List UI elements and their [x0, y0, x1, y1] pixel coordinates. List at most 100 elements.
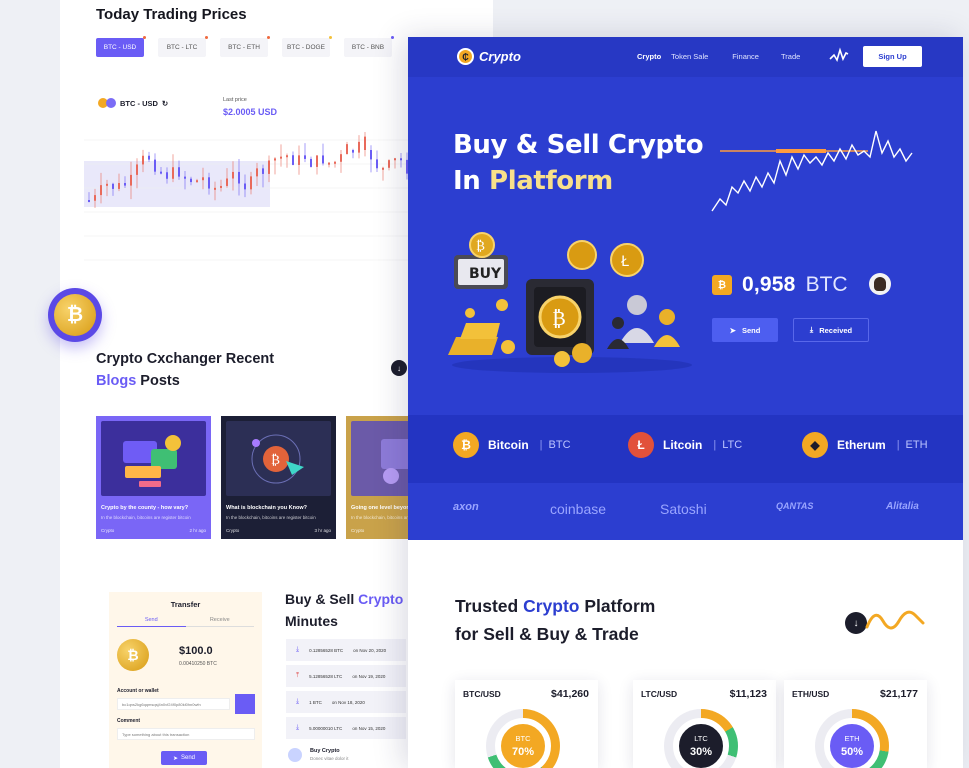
- candle-body: [196, 180, 198, 183]
- scroll-down-icon[interactable]: ↓: [845, 612, 867, 634]
- blog-title: Crypto by the county - how vary?: [101, 505, 189, 511]
- wave-decoration-icon: [865, 610, 925, 630]
- candle-body: [166, 172, 168, 179]
- account-label: Account or wallet: [117, 688, 159, 694]
- price-card-btc[interactable]: BTC/USD $41,260 BTC 70%: [455, 680, 598, 768]
- list-item[interactable]: ⤓ 1 BTC on Nov 18, 2020: [286, 691, 406, 713]
- bitcoin-icon: ₿: [453, 432, 479, 458]
- nav-menu: Crypto Token Sale Finance Trade: [637, 52, 813, 61]
- blog-excerpt: In the blockchain, bitcoins are register…: [226, 515, 316, 520]
- candle-body: [142, 155, 144, 165]
- nav-token-sale[interactable]: Token Sale: [671, 52, 708, 61]
- nav-finance[interactable]: Finance: [732, 52, 759, 61]
- candle-body: [394, 158, 396, 161]
- candle-body: [88, 200, 90, 202]
- list-item[interactable]: ⤓ 5.00000010 LTC on Nov 15, 2020: [286, 717, 406, 739]
- price-value: $41,260: [551, 688, 589, 700]
- svg-text:₿: ₿: [271, 453, 280, 468]
- hero-title-accent: Platform: [489, 166, 613, 196]
- coin-ethereum[interactable]: ◆ Etherum ETH: [802, 432, 928, 458]
- blog-card[interactable]: Crypto by the county - how vary? In the …: [96, 416, 211, 539]
- candle-body: [130, 174, 132, 186]
- coin-name: Bitcoin: [488, 438, 529, 452]
- list-item[interactable]: ⤒ 5.12856528 LTC on Nov 19, 2020: [286, 665, 406, 687]
- ring-percent: 50%: [840, 746, 864, 758]
- refresh-icon[interactable]: ↻: [162, 99, 168, 108]
- trusted-text: Trusted: [455, 596, 524, 616]
- candle-body: [112, 183, 114, 189]
- candle-body: [370, 150, 372, 160]
- candle-body: [190, 178, 192, 183]
- svg-text:₿: ₿: [552, 306, 566, 330]
- trading-prices-title: Today Trading Prices: [96, 6, 247, 23]
- scroll-down-icon[interactable]: ↓: [391, 360, 407, 376]
- balance-value: 0,958: [742, 273, 796, 296]
- progress-ring: ETH 50%: [815, 709, 889, 768]
- trusted-accent: Crypto: [523, 596, 580, 616]
- ring-disc: BTC 70%: [495, 718, 551, 768]
- qr-code-icon[interactable]: [235, 694, 255, 714]
- buy-crypto-item[interactable]: Buy Crypto Donec vitae dolor it: [288, 748, 349, 762]
- tx-amount: 5.00000010 LTC: [309, 725, 343, 731]
- partner-qantas-logo: QANTAS: [776, 501, 814, 511]
- received-button[interactable]: ⤓ Received: [793, 318, 869, 342]
- price-card-eth[interactable]: ETH/USD $21,177 ETH 50%: [784, 680, 927, 768]
- send-button[interactable]: ➤ Send: [712, 318, 778, 342]
- candle-body: [250, 176, 252, 190]
- candle-body: [214, 187, 216, 190]
- price-card-ltc[interactable]: LTC/USD $11,123 LTC 30%: [633, 680, 776, 768]
- send-button[interactable]: ➤ Send: [161, 751, 207, 765]
- blog-image: ₿: [226, 421, 331, 496]
- tab-receive[interactable]: Receive: [185, 617, 254, 627]
- candle-body: [328, 162, 330, 165]
- candle-body: [262, 168, 264, 174]
- coin-bitcoin[interactable]: ₿ Bitcoin BTC: [453, 432, 571, 458]
- tab-btc-usd[interactable]: BTC - USD: [96, 36, 146, 57]
- partner-alitalia-logo: Alitalia: [886, 501, 919, 512]
- signup-button[interactable]: Sign Up: [863, 46, 922, 67]
- hero-title: Buy & Sell Crypto In Platform: [453, 127, 704, 199]
- tab-btc-doge[interactable]: BTC - DOGE: [282, 36, 332, 57]
- candle-body: [376, 159, 378, 169]
- candle-body: [346, 144, 348, 155]
- bitcoin-icon: ₿: [712, 275, 732, 295]
- tab-send[interactable]: Send: [117, 617, 186, 627]
- list-item[interactable]: ⤓ 0.12856528 BTC on Nov 20, 2020: [286, 639, 406, 661]
- activity-icon[interactable]: [829, 47, 849, 65]
- tx-date: on Nov 15, 2020: [352, 725, 386, 731]
- tab-btc-bnb[interactable]: BTC - BNB: [344, 36, 394, 57]
- tab-btc-ltc[interactable]: BTC - LTC: [158, 36, 208, 57]
- tx-amount: 1 BTC: [309, 699, 322, 705]
- progress-ring: BTC 70%: [486, 709, 560, 768]
- download-icon: ⤓: [809, 325, 814, 334]
- candle-body: [220, 185, 222, 188]
- ring-symbol: LTC: [694, 734, 708, 743]
- received-label: Received: [819, 325, 853, 335]
- candle-body: [124, 183, 126, 186]
- chart-pair-label: BTC - USD ↻: [98, 98, 168, 108]
- candle-body: [292, 155, 294, 165]
- bs-title-line2: Minutes: [285, 613, 338, 629]
- candle-body: [400, 158, 402, 161]
- buy-crypto-icon: [288, 748, 302, 762]
- avatar[interactable]: [869, 273, 891, 295]
- transfer-tabs: Send Receive: [117, 617, 254, 627]
- logo[interactable]: ₵ Crypto: [457, 48, 521, 65]
- ring-disc: ETH 50%: [824, 718, 880, 768]
- send-label: Send: [741, 325, 761, 335]
- download-icon: ⤓: [296, 724, 300, 731]
- account-field[interactable]: bc1qns2kg6qqmsqsj4n0vf24f0p80kl0hn0wfn: [117, 698, 230, 710]
- tab-btc-eth[interactable]: BTC - ETH: [220, 36, 270, 57]
- nav-crypto[interactable]: Crypto: [637, 52, 661, 61]
- blog-tag: Crypto: [101, 528, 115, 533]
- comment-field[interactable]: Type something about this transaction: [117, 728, 255, 740]
- coin-litecoin[interactable]: Ł Litcoin LTC: [628, 432, 742, 458]
- price-pair: ETH/USD: [792, 689, 830, 699]
- comment-label: Comment: [117, 718, 141, 724]
- navbar: ₵ Crypto Crypto Token Sale Finance Trade…: [408, 37, 963, 77]
- candle-body: [286, 155, 288, 158]
- candle-body: [172, 167, 174, 179]
- nav-trade[interactable]: Trade: [781, 52, 800, 61]
- blog-card[interactable]: ₿ What is blockchain you Know? In the bl…: [221, 416, 336, 539]
- transfer-btc-amount: 0.00410250 BTC: [179, 661, 217, 667]
